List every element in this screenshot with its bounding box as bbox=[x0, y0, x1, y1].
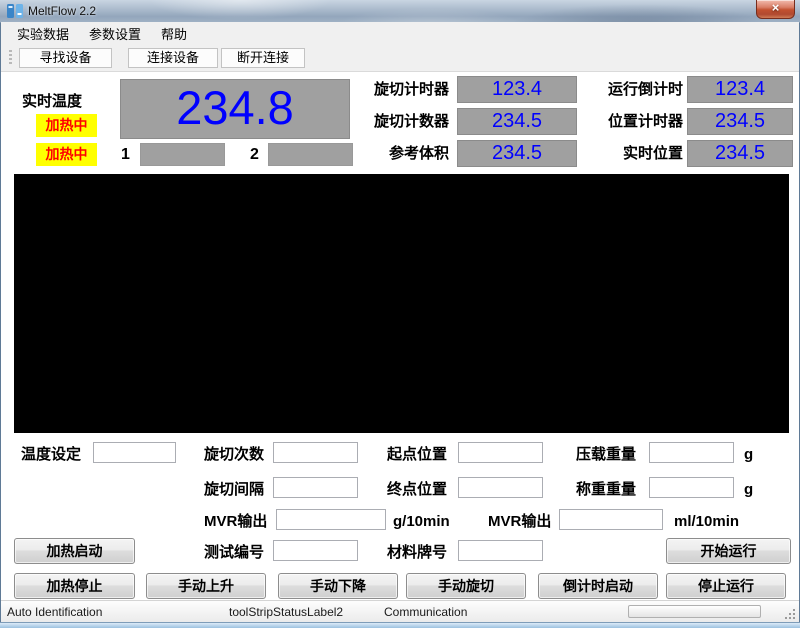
status-communication: Communication bbox=[384, 605, 468, 619]
ref-volume-value: 234.5 bbox=[457, 140, 577, 167]
heating-status-1: 加热中 bbox=[36, 114, 97, 137]
start-pos-input[interactable] bbox=[458, 442, 543, 463]
test-no-label: 测试编号 bbox=[204, 544, 265, 561]
ref-volume-label: 参考体积 bbox=[388, 145, 449, 162]
window-bottom-border bbox=[0, 622, 800, 628]
test-no-input[interactable] bbox=[273, 540, 358, 561]
load-weight-input[interactable] bbox=[649, 442, 734, 463]
indicator-1-label: 1 bbox=[121, 146, 130, 163]
position-timer-label: 位置计时器 bbox=[607, 113, 683, 130]
countdown-start-button[interactable]: 倒计时启动 bbox=[538, 573, 658, 599]
mvr-ml-input[interactable] bbox=[559, 509, 663, 530]
connect-device-button[interactable]: 连接设备 bbox=[128, 48, 218, 68]
mvr-g-input[interactable] bbox=[276, 509, 386, 530]
app-icon bbox=[7, 4, 23, 18]
heating-status-2: 加热中 bbox=[36, 143, 97, 166]
title-bar[interactable]: MeltFlow 2.2 × bbox=[0, 0, 800, 23]
realtime-pos-value: 234.5 bbox=[687, 140, 793, 167]
realtime-pos-label: 实时位置 bbox=[622, 145, 683, 162]
toolbar: 寻找设备 连接设备 断开连接 bbox=[1, 45, 799, 72]
mvr-g-label: MVR输出 bbox=[204, 513, 268, 530]
manual-cut-button[interactable]: 手动旋切 bbox=[406, 573, 526, 599]
status-label-2: toolStripStatusLabel2 bbox=[229, 605, 344, 619]
resize-grip[interactable] bbox=[793, 617, 795, 619]
temp-set-label: 温度设定 bbox=[21, 446, 82, 463]
find-device-button[interactable]: 寻找设备 bbox=[19, 48, 112, 68]
app-window: MeltFlow 2.2 × 实验数据 参数设置 帮助 寻找设备 连接设备 断开… bbox=[0, 0, 800, 628]
status-bar: Auto Identification toolStripStatusLabel… bbox=[1, 600, 799, 623]
temp-set-input[interactable] bbox=[93, 442, 176, 463]
menu-parameter-settings[interactable]: 参数设置 bbox=[79, 21, 151, 46]
plot-area bbox=[14, 174, 789, 433]
cut-timer-value: 123.4 bbox=[457, 76, 577, 103]
heat-stop-button[interactable]: 加热停止 bbox=[14, 573, 135, 599]
cut-counter-label: 旋切计数器 bbox=[373, 113, 449, 130]
material-no-label: 材料牌号 bbox=[387, 544, 448, 561]
run-countdown-value: 123.4 bbox=[687, 76, 793, 103]
load-weight-unit: g bbox=[744, 446, 754, 463]
cut-counter-value: 234.5 bbox=[457, 108, 577, 135]
cut-timer-label: 旋切计时器 bbox=[373, 81, 449, 98]
menu-experiment-data[interactable]: 实验数据 bbox=[7, 21, 79, 46]
menu-help[interactable]: 帮助 bbox=[151, 21, 197, 46]
progress-bar bbox=[628, 605, 761, 618]
indicator-2-label: 2 bbox=[250, 146, 259, 163]
status-auto-identification: Auto Identification bbox=[7, 605, 103, 619]
mvr-g-unit: g/10min bbox=[393, 513, 450, 530]
cut-interval-label: 旋切间隔 bbox=[204, 481, 265, 498]
weigh-weight-input[interactable] bbox=[649, 477, 734, 498]
end-pos-input[interactable] bbox=[458, 477, 543, 498]
position-timer-value: 234.5 bbox=[687, 108, 793, 135]
realtime-temp-label: 实时温度 bbox=[22, 93, 83, 110]
main-panel: 实时温度 加热中 加热中 234.8 1 2 旋切计时器 123.4 旋切计数器… bbox=[1, 72, 799, 601]
load-weight-label: 压载重量 bbox=[576, 446, 637, 463]
mvr-ml-label: MVR输出 bbox=[488, 513, 552, 530]
temperature-display: 234.8 bbox=[120, 79, 350, 139]
close-button[interactable]: × bbox=[756, 0, 795, 19]
heat-start-button[interactable]: 加热启动 bbox=[14, 538, 135, 564]
manual-down-button[interactable]: 手动下降 bbox=[278, 573, 398, 599]
window-title: MeltFlow 2.2 bbox=[28, 4, 97, 18]
weigh-weight-label: 称重重量 bbox=[576, 481, 637, 498]
cut-count-input[interactable] bbox=[273, 442, 358, 463]
start-pos-label: 起点位置 bbox=[387, 446, 448, 463]
mvr-ml-unit: ml/10min bbox=[674, 513, 740, 530]
manual-up-button[interactable]: 手动上升 bbox=[146, 573, 266, 599]
run-start-button[interactable]: 开始运行 bbox=[666, 538, 791, 564]
menu-bar: 实验数据 参数设置 帮助 bbox=[1, 22, 799, 45]
run-stop-button[interactable]: 停止运行 bbox=[666, 573, 786, 599]
weigh-weight-unit: g bbox=[744, 481, 754, 498]
cut-interval-input[interactable] bbox=[273, 477, 358, 498]
toolbar-grip-icon bbox=[9, 50, 12, 66]
end-pos-label: 终点位置 bbox=[387, 481, 448, 498]
indicator-1-box bbox=[140, 143, 225, 166]
run-countdown-label: 运行倒计时 bbox=[607, 81, 683, 98]
disconnect-button[interactable]: 断开连接 bbox=[221, 48, 305, 68]
material-no-input[interactable] bbox=[458, 540, 543, 561]
cut-count-label: 旋切次数 bbox=[204, 446, 265, 463]
